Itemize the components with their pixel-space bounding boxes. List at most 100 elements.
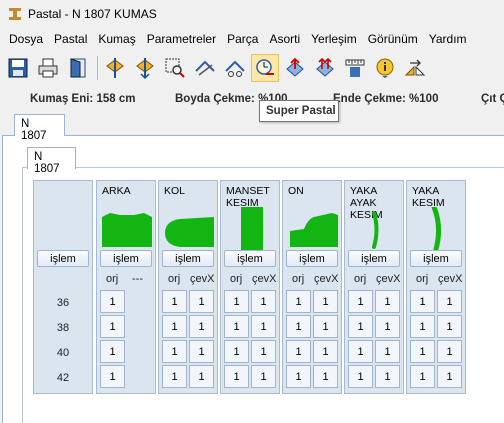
qty-cell[interactable]: 1	[348, 365, 373, 388]
size-label: 38	[56, 322, 70, 334]
menu-bar: Dosya Pastal Kumaş Parametreler Parça As…	[0, 29, 504, 49]
qty-cell[interactable]: 1	[224, 290, 249, 313]
menu-parca[interactable]: Parça	[222, 32, 263, 46]
qty-cell[interactable]: 1	[100, 315, 125, 338]
qty-cell[interactable]: 1	[437, 315, 462, 338]
islem-button[interactable]: işlem	[100, 250, 152, 267]
qty-cell[interactable]: 1	[348, 315, 373, 338]
fabric-width-label: Kumaş Eni: 158 cm	[30, 93, 136, 105]
qty-cell[interactable]: 1	[286, 290, 311, 313]
qty-cell[interactable]: 1	[410, 340, 435, 363]
notch-label: Çıt Ç	[481, 93, 504, 105]
qty-cell[interactable]: 1	[251, 340, 276, 363]
qty-cell[interactable]: 1	[313, 290, 338, 313]
super-pastal-tooltip: Super Pastal	[259, 100, 339, 122]
qty-cell[interactable]: 1	[224, 315, 249, 338]
qty-cell[interactable]: 1	[375, 340, 400, 363]
print-icon[interactable]	[34, 54, 62, 82]
ruler-icon[interactable]	[341, 54, 369, 82]
qty-cell[interactable]: 1	[100, 365, 125, 388]
cevx-header: ---	[132, 273, 143, 285]
super-pastal-icon[interactable]	[251, 54, 279, 82]
qty-cell[interactable]: 1	[437, 365, 462, 388]
menu-parametreler[interactable]: Parametreler	[142, 32, 221, 46]
qty-cell[interactable]: 1	[375, 290, 400, 313]
qty-cell[interactable]: 1	[410, 290, 435, 313]
orj-header: orj	[230, 273, 243, 285]
qty-cell[interactable]: 1	[348, 290, 373, 313]
piece-name: YAKA KESIM	[412, 185, 445, 209]
marker-icon[interactable]	[101, 54, 129, 82]
orj-header: orj	[106, 273, 119, 285]
qty-cell[interactable]: 1	[437, 340, 462, 363]
qty-cell[interactable]: 1	[313, 365, 338, 388]
qty-cell[interactable]: 1	[410, 365, 435, 388]
zoom-select-icon[interactable]	[161, 54, 189, 82]
piece-shape-manset	[224, 207, 278, 251]
islem-button[interactable]: işlem	[286, 250, 338, 267]
qty-cell[interactable]: 1	[313, 315, 338, 338]
qty-cell[interactable]: 1	[189, 315, 214, 338]
inner-tab-n1807[interactable]: N 1807	[27, 147, 76, 175]
marker-down-icon[interactable]	[131, 54, 159, 82]
qty-cell[interactable]: 1	[100, 340, 125, 363]
save-icon[interactable]	[4, 54, 32, 82]
piece-name: MANSET KESIM	[226, 185, 270, 209]
qty-cell[interactable]: 1	[251, 365, 276, 388]
tab-n1807[interactable]: N 1807	[14, 114, 65, 142]
menu-gorunum[interactable]: Görünüm	[363, 32, 423, 46]
piece-shape-arka	[100, 207, 154, 251]
qty-cell[interactable]: 1	[162, 290, 187, 313]
qty-cell[interactable]: 1	[375, 315, 400, 338]
size-label: 36	[56, 297, 70, 309]
toolbar-separator	[97, 56, 98, 80]
menu-pastal[interactable]: Pastal	[49, 32, 92, 46]
islem-button[interactable]: işlem	[410, 250, 462, 267]
info-icon[interactable]	[371, 54, 399, 82]
qty-cell[interactable]: 1	[100, 290, 125, 313]
islem-button[interactable]: işlem	[162, 250, 214, 267]
piece-column-manset-kesim: MANSET KESIM işlem orj çevX 1 1 1 1 1 1 …	[220, 180, 280, 394]
door-icon[interactable]	[64, 54, 92, 82]
window-title: Pastal - N 1807 KUMAS	[28, 6, 157, 21]
qty-cell[interactable]: 1	[286, 365, 311, 388]
qty-cell[interactable]: 1	[224, 365, 249, 388]
piece-name: ARKA	[102, 185, 131, 197]
qty-cell[interactable]: 1	[410, 315, 435, 338]
qty-cell[interactable]: 1	[189, 365, 214, 388]
qty-cell[interactable]: 1	[162, 340, 187, 363]
islem-button-all[interactable]: işlem	[37, 250, 89, 267]
menu-dosya[interactable]: Dosya	[4, 32, 48, 46]
title-bar: Pastal - N 1807 KUMAS	[0, 0, 504, 27]
qty-cell[interactable]: 1	[189, 340, 214, 363]
arrow-up-icon[interactable]	[281, 54, 309, 82]
piece-column-yaka-kesim: YAKA KESIM işlem orj çevX 1 1 1 1 1 1 1 …	[406, 180, 466, 394]
islem-button[interactable]: işlem	[348, 250, 400, 267]
qty-cell[interactable]: 1	[375, 365, 400, 388]
qty-cell[interactable]: 1	[162, 315, 187, 338]
app-icon	[8, 7, 22, 21]
menu-kumas[interactable]: Kumaş	[93, 32, 140, 46]
qty-cell[interactable]: 1	[162, 365, 187, 388]
piece-column-yaka-ayak-kesim: YAKA AYAK KESIM işlem orj çevX 1 1 1 1 1…	[344, 180, 404, 394]
menu-yardim[interactable]: Yardım	[424, 32, 472, 46]
size-label: 40	[56, 347, 70, 359]
menu-asorti[interactable]: Asorti	[264, 32, 305, 46]
flip-icon[interactable]	[401, 54, 429, 82]
cut-icon[interactable]	[191, 54, 219, 82]
qty-cell[interactable]: 1	[251, 315, 276, 338]
qty-cell[interactable]: 1	[189, 290, 214, 313]
arrow-up-red-icon[interactable]	[311, 54, 339, 82]
qty-cell[interactable]: 1	[286, 315, 311, 338]
qty-cell[interactable]: 1	[437, 290, 462, 313]
piece-column-kol: KOL işlem orj çevX 1 1 1 1 1 1 1 1	[158, 180, 218, 394]
qty-cell[interactable]: 1	[313, 340, 338, 363]
scissors-icon[interactable]	[221, 54, 249, 82]
cevx-header: çevX	[314, 273, 339, 285]
menu-yerlesim[interactable]: Yerleşim	[306, 32, 362, 46]
qty-cell[interactable]: 1	[224, 340, 249, 363]
qty-cell[interactable]: 1	[286, 340, 311, 363]
qty-cell[interactable]: 1	[251, 290, 276, 313]
islem-button[interactable]: işlem	[224, 250, 276, 267]
qty-cell[interactable]: 1	[348, 340, 373, 363]
